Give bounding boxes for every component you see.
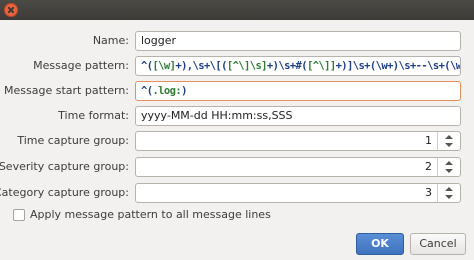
message-pattern-label: Message pattern: <box>33 59 129 72</box>
regex-part: +),\s+\[( <box>175 60 227 72</box>
spinner-value: 1 <box>425 134 432 147</box>
time-capture-group-row: Time capture group: 1 <box>0 130 474 152</box>
time-capture-group-spinner[interactable]: 1 <box>135 131 461 151</box>
message-start-pattern-field[interactable]: ^(.log:) <box>135 81 461 101</box>
category-capture-group-spinner[interactable]: 3 <box>135 183 461 203</box>
regex-class: [\w] <box>152 60 176 72</box>
name-label: Name: <box>92 34 129 47</box>
regex-class: [^\]\s] <box>226 60 268 72</box>
arrow-down-icon[interactable] <box>445 195 453 199</box>
spinner-arrows[interactable] <box>437 158 460 176</box>
title-bar <box>0 0 474 20</box>
arrow-up-icon[interactable] <box>445 161 453 165</box>
arrow-up-icon[interactable] <box>445 187 453 191</box>
regex-part: +)\s+#( <box>266 60 308 72</box>
regex-class: [^\]] <box>306 60 336 72</box>
regex-part: +)]\s+(\w+)\s+--\s+(\w+)?:\s+(.+)$ <box>335 60 461 72</box>
regex-part: ^( <box>141 85 153 97</box>
apply-pattern-row[interactable]: Apply message pattern to all message lin… <box>13 207 313 223</box>
arrow-down-icon[interactable] <box>445 143 453 147</box>
severity-capture-group-spinner[interactable]: 2 <box>135 157 461 177</box>
message-pattern-row: Message pattern: ^([\w]+),\s+\[([^\]\s]+… <box>0 55 474 77</box>
message-start-pattern-label: Message start pattern: <box>4 84 129 97</box>
spinner-value: 2 <box>425 160 432 173</box>
spinner-arrows[interactable] <box>437 184 460 202</box>
apply-pattern-checkbox[interactable] <box>13 209 25 221</box>
cancel-button[interactable]: Cancel <box>410 233 466 255</box>
time-format-field[interactable]: yyyy-MM-dd HH:mm:ss,SSS <box>135 106 461 126</box>
category-capture-group-label: Category capture group: <box>0 186 129 199</box>
message-pattern-field[interactable]: ^([\w]+),\s+\[([^\]\s]+)\s+#([^\]]+)]\s+… <box>135 56 461 76</box>
severity-capture-group-row: Severity capture group: 2 <box>0 156 474 178</box>
arrow-down-icon[interactable] <box>445 169 453 173</box>
spinner-value: 3 <box>425 186 432 199</box>
ok-button[interactable]: OK <box>356 233 404 255</box>
time-format-row: Time format: yyyy-MM-dd HH:mm:ss,SSS <box>0 105 474 127</box>
name-field[interactable]: logger <box>135 31 461 51</box>
severity-capture-group-label: Severity capture group: <box>0 160 129 173</box>
regex-part: ^( <box>141 60 153 72</box>
close-icon[interactable] <box>4 3 18 17</box>
name-row: Name: logger <box>0 30 474 52</box>
category-capture-group-row: Category capture group: 3 <box>0 182 474 204</box>
spinner-arrows[interactable] <box>437 132 460 150</box>
apply-pattern-label: Apply message pattern to all message lin… <box>30 208 271 221</box>
message-start-pattern-row: Message start pattern: ^(.log:) <box>0 80 474 102</box>
time-capture-group-label: Time capture group: <box>17 134 129 147</box>
regex-class: .log: <box>152 85 182 97</box>
arrow-up-icon[interactable] <box>445 135 453 139</box>
regex-part: ) <box>181 85 187 97</box>
time-format-label: Time format: <box>58 109 129 122</box>
